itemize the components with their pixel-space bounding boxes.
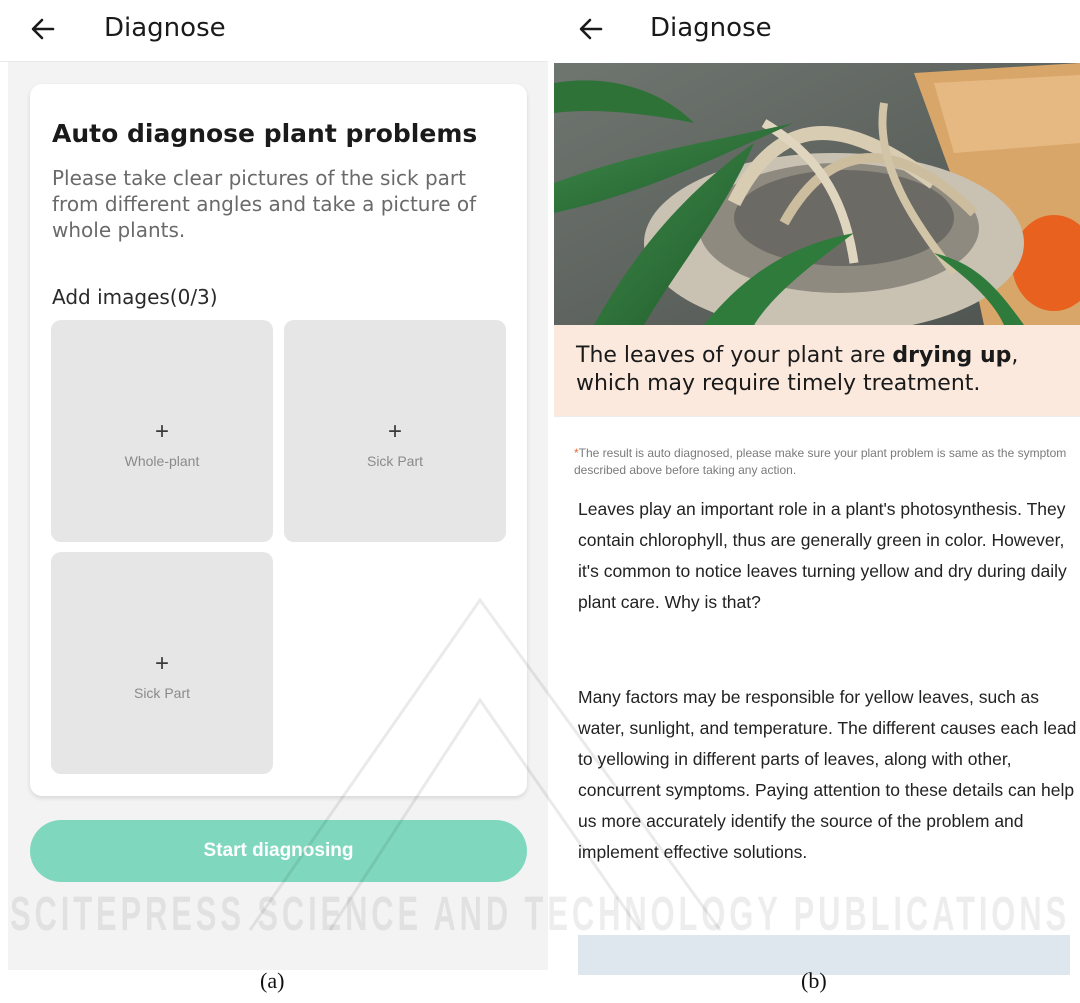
image-slot-sick-part-1[interactable]: + Sick Part: [284, 320, 506, 542]
article-paragraph-2: Many factors may be responsible for yell…: [578, 687, 1077, 862]
image-slot-whole-plant[interactable]: + Whole-plant: [51, 320, 273, 542]
plus-icon: +: [387, 418, 402, 445]
caption-a: (a): [260, 968, 285, 993]
page-title: Diagnose: [650, 13, 772, 43]
image-slot-sick-part-2[interactable]: + Sick Part: [51, 552, 273, 774]
diagnosis-result-text: The leaves of your plant are drying up, …: [576, 342, 1066, 398]
app-bar: Diagnose: [0, 0, 548, 62]
note-text: The result is auto diagnosed, please mak…: [574, 446, 1067, 477]
arrow-left-icon: [31, 18, 55, 40]
diagnose-screen-b: Diagnose The leaves of your plant are dr…: [554, 0, 1080, 975]
diagnose-card: Auto diagnose plant problems Please take…: [30, 84, 527, 796]
card-description: Please take clear pictures of the sick p…: [52, 166, 477, 242]
plant-photo: [554, 63, 1080, 325]
slot-label: Sick Part: [366, 453, 423, 469]
back-button[interactable]: [576, 14, 606, 44]
slot-label: Whole-plant: [124, 453, 200, 469]
caption-b: (b): [801, 968, 827, 993]
add-images-label: Add images(0/3): [52, 285, 218, 309]
article-paragraph-1: Leaves play an important role in a plant…: [578, 499, 1067, 612]
start-diagnosing-button[interactable]: Start diagnosing: [30, 820, 527, 882]
diagnose-screen-a: Diagnose Auto diagnose plant problems Pl…: [0, 0, 548, 970]
plus-icon: +: [154, 650, 169, 677]
diagnosis-result: The leaves of your plant are drying up, …: [554, 325, 1080, 417]
arrow-left-icon: [579, 18, 603, 40]
plus-icon: +: [154, 418, 169, 445]
page-title: Diagnose: [104, 13, 226, 43]
slot-label: Sick Part: [133, 685, 190, 701]
result-emphasis: drying up: [892, 343, 1012, 368]
plant-photo-illustration: [554, 63, 1080, 325]
result-prefix: The leaves of your plant are: [576, 343, 893, 368]
card-title: Auto diagnose plant problems: [52, 119, 478, 148]
back-button[interactable]: [28, 14, 58, 44]
disclaimer-note: *The result is auto diagnosed, please ma…: [574, 445, 1074, 479]
